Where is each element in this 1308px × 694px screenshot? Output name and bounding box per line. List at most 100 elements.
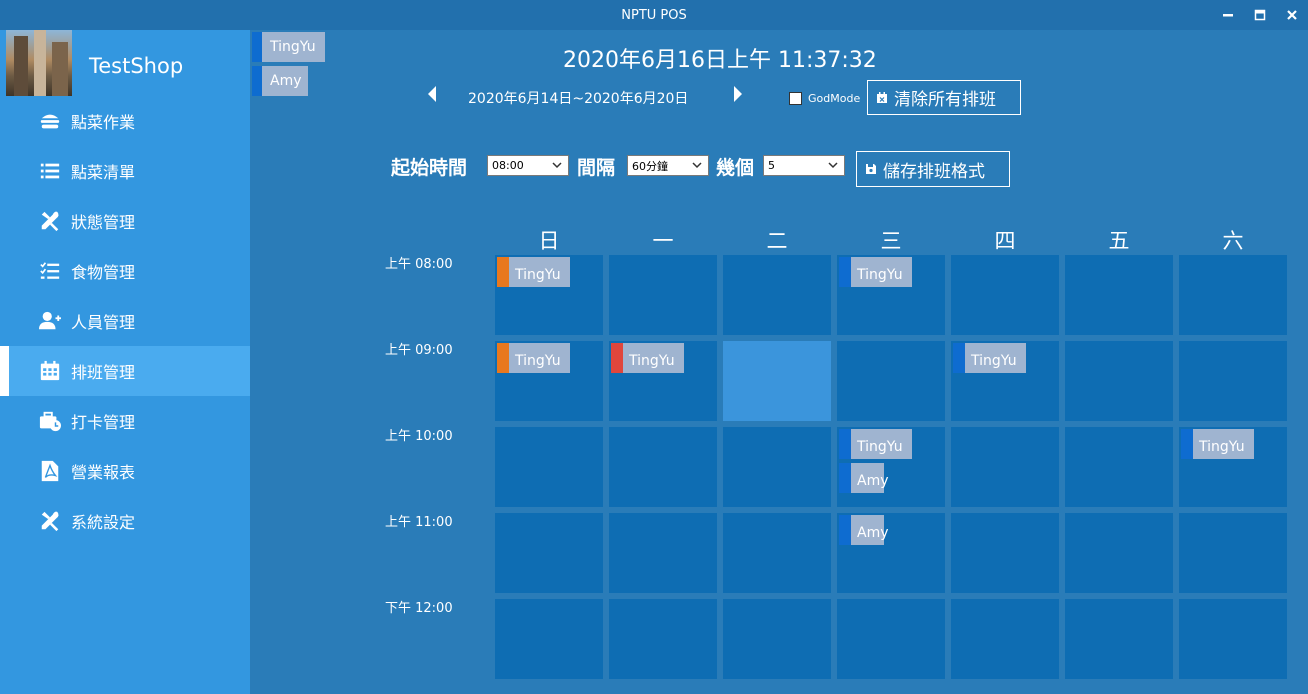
schedule-cell[interactable] — [609, 599, 717, 679]
sidebar-item-8[interactable]: 系統設定 — [0, 496, 250, 546]
schedule-cell[interactable] — [1179, 599, 1287, 679]
schedule-cell[interactable] — [951, 513, 1059, 593]
week-range: 2020年6月14日~2020年6月20日 — [468, 91, 689, 107]
sidebar-item-0[interactable]: 點菜作業 — [0, 96, 250, 146]
schedule-cell[interactable] — [723, 255, 831, 335]
save-format-label: 儲存排班格式 — [883, 161, 985, 182]
schedule-cell[interactable] — [951, 427, 1059, 507]
maximize-button[interactable] — [1244, 0, 1276, 30]
schedule-cell[interactable] — [1179, 513, 1287, 593]
schedule-cell[interactable] — [837, 341, 945, 421]
schedule-cell[interactable] — [1065, 427, 1173, 507]
maximize-icon — [1254, 9, 1266, 21]
interval-value: 60分鐘 — [632, 159, 668, 173]
schedule-cell[interactable] — [1179, 255, 1287, 335]
schedule-cell[interactable] — [609, 513, 717, 593]
chevron-down-icon — [552, 160, 562, 170]
schedule-cell[interactable] — [495, 599, 603, 679]
godmode-toggle[interactable]: GodMode — [789, 92, 860, 105]
godmode-label: GodMode — [808, 92, 861, 105]
schedule-entry[interactable]: TingYu — [953, 343, 1026, 373]
schedule-cell[interactable] — [837, 599, 945, 679]
shop-header: TestShop — [0, 30, 250, 96]
schedule-cell[interactable] — [951, 255, 1059, 335]
schedule-cell[interactable] — [495, 427, 603, 507]
day-header: 三 — [880, 229, 902, 253]
sidebar-item-7[interactable]: 營業報表 — [0, 446, 250, 496]
schedule-cell[interactable] — [723, 427, 831, 507]
schedule-cell[interactable] — [1179, 341, 1287, 421]
schedule-cell[interactable] — [609, 427, 717, 507]
entry-color-bar — [839, 515, 851, 545]
schedule-cell[interactable] — [723, 341, 831, 421]
calendar-icon — [38, 359, 62, 383]
entry-color-bar — [497, 343, 509, 373]
entry-color-bar — [497, 257, 509, 287]
count-select[interactable]: 5 — [763, 155, 845, 176]
chevron-down-icon — [692, 160, 702, 170]
briefcase-clock-icon — [38, 409, 62, 433]
schedule-cell[interactable] — [723, 599, 831, 679]
schedule-cell[interactable] — [1065, 513, 1173, 593]
start-time-value: 08:00 — [492, 159, 524, 172]
sidebar-item-3[interactable]: 食物管理 — [0, 246, 250, 296]
schedule-entry[interactable]: TingYu — [611, 343, 684, 373]
checklist-icon — [38, 259, 62, 283]
time-slot-label: 上午 10:00 — [385, 429, 453, 444]
employee-tag-tingyu[interactable]: TingYu — [252, 32, 325, 62]
schedule-cell[interactable] — [609, 255, 717, 335]
schedule-cell[interactable] — [1065, 255, 1173, 335]
chevron-right-icon — [734, 86, 742, 102]
start-time-select[interactable]: 08:00 — [487, 155, 569, 176]
next-week-button[interactable] — [732, 86, 748, 104]
sidebar-item-label: 食物管理 — [71, 263, 136, 282]
interval-select[interactable]: 60分鐘 — [627, 155, 709, 176]
schedule-entry[interactable]: Amy — [839, 463, 889, 493]
sidebar-item-6[interactable]: 打卡管理 — [0, 396, 250, 446]
sidebar-item-2[interactable]: 狀態管理 — [0, 196, 250, 246]
schedule-cell[interactable] — [1065, 341, 1173, 421]
schedule-entry[interactable]: TingYu — [839, 429, 912, 459]
prev-week-button[interactable] — [426, 86, 442, 104]
schedule-cell[interactable] — [1065, 599, 1173, 679]
godmode-checkbox[interactable] — [789, 92, 802, 105]
sidebar-item-label: 打卡管理 — [71, 413, 136, 432]
clear-schedule-button[interactable]: 清除所有排班 — [867, 80, 1021, 115]
sidebar-item-5[interactable]: 排班管理 — [0, 346, 250, 396]
minimize-icon — [1223, 14, 1233, 17]
entry-color-bar — [1181, 429, 1193, 459]
employee-name: TingYu — [270, 39, 316, 55]
schedule-cell[interactable] — [723, 513, 831, 593]
tools-icon — [38, 209, 62, 233]
schedule-entry[interactable]: Amy — [839, 515, 889, 545]
sidebar-item-1[interactable]: 點菜清單 — [0, 146, 250, 196]
close-icon — [1287, 10, 1297, 20]
schedule-cell[interactable] — [951, 599, 1059, 679]
title-bar: NPTU POS — [0, 0, 1308, 30]
sidebar-item-4[interactable]: 人員管理 — [0, 296, 250, 346]
sidebar-item-label: 點菜清單 — [71, 163, 136, 182]
save-format-button[interactable]: 儲存排班格式 — [856, 151, 1010, 187]
calendar-x-icon — [877, 91, 887, 103]
close-button[interactable] — [1276, 0, 1308, 30]
entry-color-bar — [839, 257, 851, 287]
schedule-entry[interactable]: TingYu — [497, 343, 570, 373]
schedule-cell[interactable] — [495, 513, 603, 593]
pdf-file-icon — [38, 459, 62, 483]
save-icon — [866, 164, 876, 174]
schedule-entry[interactable]: TingYu — [1181, 429, 1254, 459]
sidebar-item-label: 點菜作業 — [71, 113, 136, 132]
interval-label: 間隔 — [577, 157, 616, 179]
entry-color-bar — [839, 463, 851, 493]
entry-color-bar — [953, 343, 965, 373]
schedule-entry[interactable]: TingYu — [839, 257, 912, 287]
minimize-button[interactable] — [1212, 0, 1244, 30]
employee-name: Amy — [270, 73, 302, 89]
day-header: 一 — [652, 229, 674, 253]
employee-tag-amy[interactable]: Amy — [252, 66, 308, 96]
start-time-label: 起始時間 — [391, 157, 468, 179]
schedule-entry[interactable]: TingYu — [497, 257, 570, 287]
day-header: 六 — [1222, 229, 1244, 253]
burger-icon — [38, 109, 62, 133]
sidebar: TestShop 點菜作業點菜清單狀態管理食物管理人員管理 排班管理打卡管理營業報… — [0, 30, 250, 694]
